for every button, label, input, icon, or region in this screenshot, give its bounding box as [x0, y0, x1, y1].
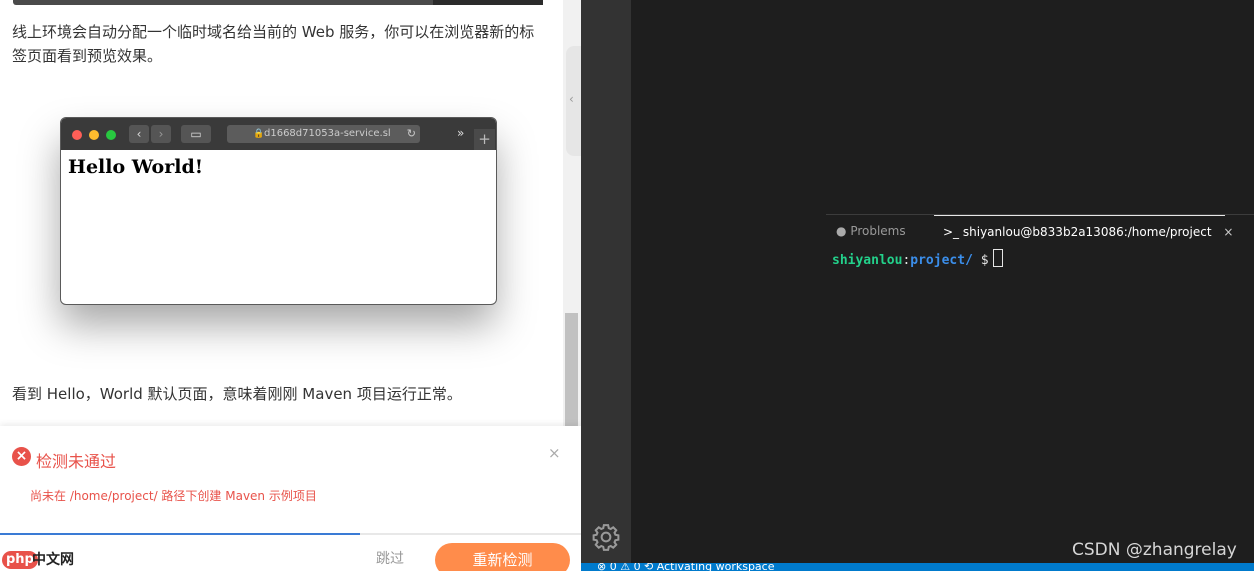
hello-world-heading: Hello World!	[68, 156, 204, 178]
address-text: d1668d71053a-service.sl	[264, 128, 391, 139]
zoom-light-icon	[106, 130, 116, 140]
close-icon[interactable]: ×	[1223, 225, 1233, 239]
back-arrow-icon: ‹	[129, 125, 149, 143]
sidebar-toggle-icon: ▭	[181, 125, 211, 143]
terminal-cursor	[992, 249, 1003, 267]
tab-terminal-label: shiyanlou@b833b2a13086:/home/project	[962, 225, 1212, 239]
tab-terminal[interactable]: >_ shiyanlou@b833b2a13086:/home/project …	[934, 215, 1233, 245]
status-text: ⊗ 0 ⚠ 0 ⟲ Activating workspace	[597, 563, 775, 571]
recheck-button[interactable]: 重新检测	[435, 543, 570, 571]
tab-problems[interactable]: ● Problems	[836, 221, 906, 245]
reload-icon: ↻	[406, 127, 416, 140]
info-icon: ●	[836, 224, 847, 238]
prompt-symbol: $	[980, 253, 989, 268]
editor-area-right[interactable]	[826, 0, 1254, 214]
check-detail: 尚未在 /home/project/ 路径下创建 Maven 示例项目	[30, 489, 317, 503]
panel-collapse-handle[interactable]: ‹	[566, 46, 581, 156]
skip-button[interactable]: 跳过	[376, 548, 404, 568]
doc-scrollbar-thumb[interactable]	[565, 313, 578, 426]
minimize-light-icon	[89, 130, 99, 140]
close-light-icon	[72, 130, 82, 140]
lock-icon: 🔒	[253, 129, 265, 139]
doc-paragraph-1: 线上环境会自动分配一个临时域名给当前的 Web 服务，你可以在浏览器新的标签页面…	[12, 23, 535, 65]
tab-problems-label: Problems	[850, 224, 906, 238]
browser-mock-titlebar: ‹ › ▭ 🔒 d1668d71053a-service.sl ↻ » +	[61, 118, 496, 150]
csdn-watermark: CSDN @zhangrelay	[1072, 540, 1237, 560]
chevron-left-icon: ‹	[569, 92, 574, 106]
bottom-panel: ● Problems >_ shiyanlou@b833b2a13086:/ho…	[826, 214, 1254, 564]
gear-icon[interactable]	[591, 522, 621, 552]
terminal-icon: >_	[943, 225, 960, 239]
prompt-path: project/	[910, 253, 973, 268]
prompt-user: shiyanlou	[832, 253, 903, 268]
close-icon[interactable]: ×	[548, 444, 561, 462]
error-circle-icon: ×	[12, 447, 31, 466]
new-tab-icon: +	[474, 129, 495, 150]
php-logo-text: 中文网	[32, 552, 74, 568]
progress-fill	[0, 533, 361, 535]
check-result-panel: × 检测未通过 × 尚未在 /home/project/ 路径下创建 Maven…	[0, 426, 581, 571]
forward-arrow-icon: ›	[151, 125, 171, 143]
editor-area[interactable]	[631, 0, 826, 563]
check-title: 检测未通过	[36, 452, 117, 471]
address-bar: 🔒 d1668d71053a-service.sl ↻	[227, 125, 420, 143]
doc-paragraph-2: 看到 Hello，World 默认页面，意味着刚刚 Maven 项目运行正常。	[12, 385, 462, 403]
terminal-prompt[interactable]: shiyanlou:project/ $	[832, 249, 1003, 272]
status-bar: ⊗ 0 ⚠ 0 ⟲ Activating workspace	[581, 563, 1254, 571]
browser-mock-window: ‹ › ▭ 🔒 d1668d71053a-service.sl ↻ » + He…	[60, 117, 497, 305]
activity-bar	[581, 0, 631, 563]
tutorial-pane: 线上环境会自动分配一个临时域名给当前的 Web 服务，你可以在浏览器新的标签页面…	[0, 0, 581, 571]
top-code-strip	[13, 0, 543, 5]
more-tabs-icon: »	[457, 126, 465, 140]
